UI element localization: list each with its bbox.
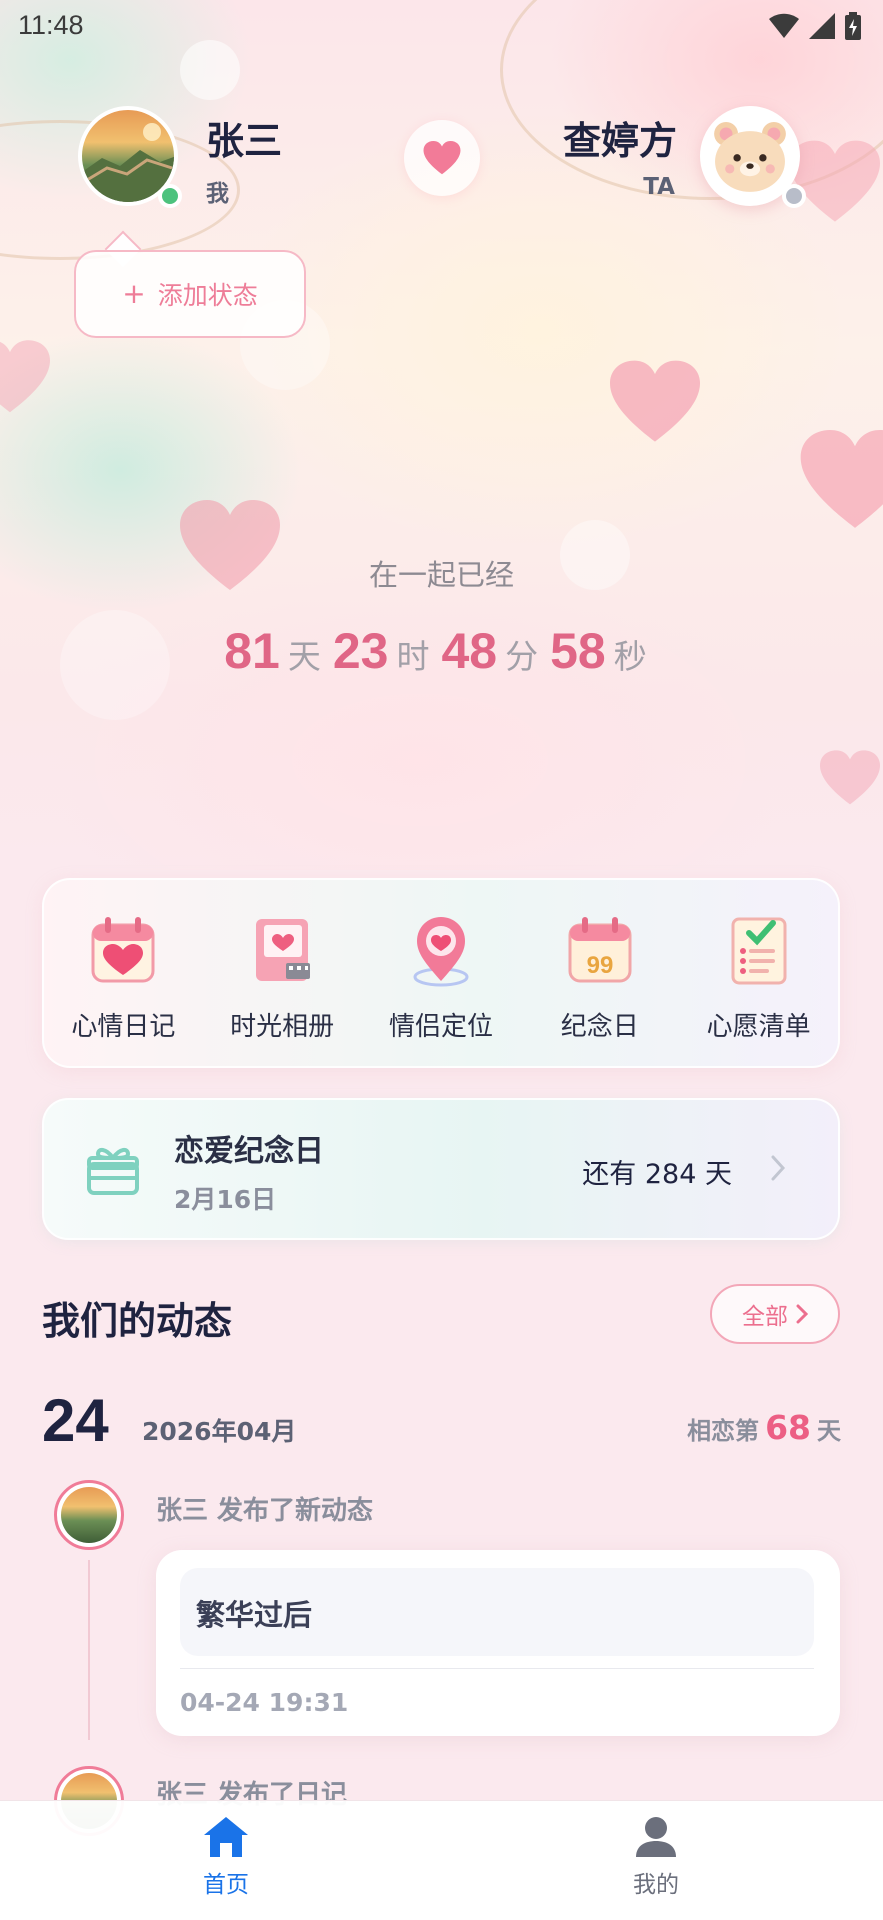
home-icon [204,1817,248,1857]
my-online-indicator [158,184,182,208]
love-days-value: 68 [765,1408,811,1447]
feed-section-title: 我们的动态 [42,1299,233,1343]
counter-hours-unit: 时 [396,638,430,675]
feature-label: 心愿清单 [706,1012,811,1042]
chevron-right-icon [771,1155,786,1181]
tab-home-label: 首页 [203,1872,249,1898]
anniversary-remaining: 还有 284 天 [582,1159,732,1190]
location-pin-icon [400,910,482,992]
photo-album-icon [241,910,323,992]
view-all-label: 全部 [742,1304,788,1330]
bottom-tab-bar: 首页 我的 [0,1800,883,1920]
heart-decoration-icon [800,430,883,528]
gift-icon [87,1147,139,1195]
feature-label: 纪念日 [560,1012,639,1042]
battery-icon [845,12,861,40]
love-days-counter: 相恋第 68 天 [687,1408,841,1447]
add-status-label: 添加状态 [157,281,258,310]
heart-decoration-icon [820,750,880,805]
feature-mood-diary[interactable]: 心情日记 [48,910,198,1066]
status-icons [769,12,861,40]
heart-decoration-icon [610,360,700,442]
feature-anniversary[interactable]: 99 纪念日 [525,910,675,1066]
bear-avatar-icon [714,121,786,192]
view-all-button[interactable]: 全部 [710,1284,840,1344]
partner-online-indicator [782,184,806,208]
tab-mine-label: 我的 [633,1872,679,1898]
partner-role-label: TA [643,174,675,200]
love-days-suffix: 天 [817,1417,841,1445]
post-card[interactable]: 繁华过后 04-24 19:31 [156,1550,840,1736]
heart-button[interactable] [404,120,480,196]
wifi-icon [769,13,799,38]
heart-decoration-icon [790,140,880,222]
feed-date-year-month: 2026年04月 [142,1417,297,1446]
counter-days: 81 [224,623,280,679]
tab-home[interactable]: 首页 [126,1815,326,1899]
feature-label: 情侣定位 [388,1012,493,1042]
anniversary-title: 恋爱纪念日 [174,1134,324,1169]
timeline-line [88,1560,90,1740]
post-content: 繁华过后 [196,1598,313,1632]
plus-icon: + [122,277,146,310]
feed-item-action: 张三 发布了新动态 [156,1496,374,1526]
mood-diary-icon [82,910,164,992]
post-timestamp: 04-24 19:31 [180,1688,349,1717]
counter-minutes: 48 [441,623,498,679]
add-status-button[interactable]: + 添加状态 [74,250,306,338]
feature-wishlist[interactable]: 心愿清单 [684,910,834,1066]
feature-couple-location[interactable]: 情侣定位 [366,910,516,1066]
person-icon [636,1817,676,1857]
feed-user-avatar[interactable] [54,1480,124,1550]
feature-menu: 心情日记 时光相册 情侣定位 99 纪念日 心愿清单 [42,878,840,1068]
counter-seconds: 58 [550,623,606,679]
feature-photo-album[interactable]: 时光相册 [207,910,357,1066]
together-counter: 81 天 23 时 48 分 58 秒 [0,622,883,680]
anniversary-calendar-icon: 99 [559,910,641,992]
feed-date-day: 24 [42,1387,109,1454]
counter-hours: 23 [332,623,389,679]
love-days-prefix: 相恋第 [687,1417,760,1445]
partner-name: 查婷方 [562,119,677,163]
counter-seconds-unit: 秒 [613,638,647,675]
system-status-bar: 11:48 [0,0,883,52]
wishlist-checklist-icon [718,910,800,992]
heart-decoration-icon [0,340,50,413]
tab-mine[interactable]: 我的 [556,1815,756,1899]
post-divider [180,1668,814,1669]
anniversary-date: 2月16日 [174,1185,277,1214]
feature-label: 时光相册 [230,1012,335,1042]
counter-minutes-unit: 分 [505,638,539,675]
together-label: 在一起已经 [368,558,514,592]
svg-text:99: 99 [586,952,613,979]
chevron-right-icon [796,1304,808,1324]
anniversary-card[interactable]: 恋爱纪念日 2月16日 还有 284 天 [42,1098,840,1240]
cell-signal-icon [809,13,835,39]
counter-days-unit: 天 [287,638,321,675]
feature-label: 心情日记 [71,1012,176,1042]
my-name: 张三 [206,119,283,163]
heart-icon [423,141,461,175]
status-time: 11:48 [18,10,84,40]
my-role-label: 我 [206,181,229,207]
